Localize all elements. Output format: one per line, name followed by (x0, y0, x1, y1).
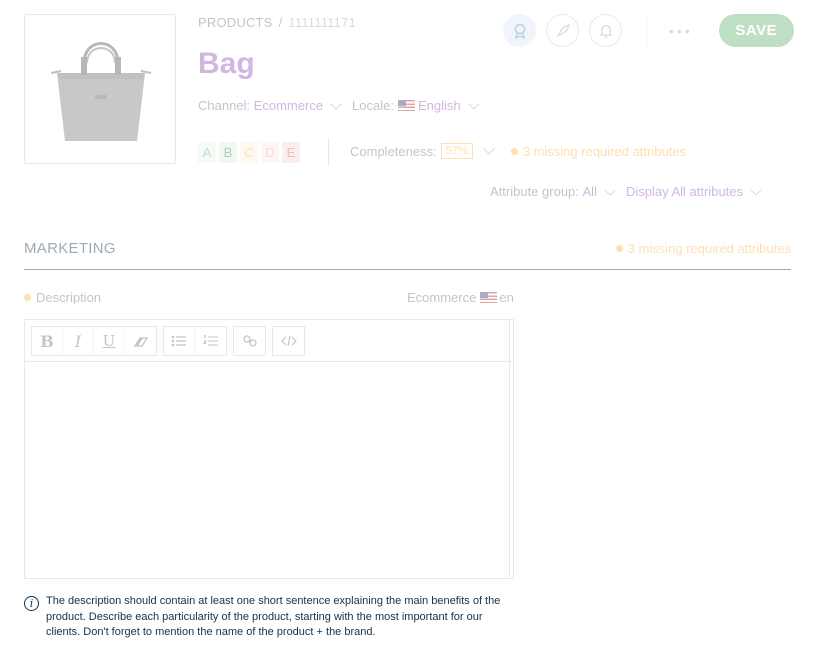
grade-b: B (219, 142, 237, 163)
chevron-down-icon[interactable] (483, 143, 495, 155)
bullet-list-icon (171, 335, 186, 347)
chevron-down-icon[interactable] (467, 97, 480, 110)
section-missing-text: 3 missing required attributes (627, 241, 791, 256)
description-editor[interactable]: B I U (24, 319, 514, 579)
grade-d: D (261, 142, 279, 163)
field-scope: Ecommerce en (407, 290, 514, 305)
help-text: The description should contain at least … (46, 595, 501, 638)
completeness-label: Completeness: (350, 143, 437, 159)
code-group (272, 326, 305, 356)
info-icon: i (24, 596, 39, 611)
warning-dot (615, 245, 623, 252)
numbered-list-icon (202, 334, 218, 346)
eraser-icon (133, 337, 148, 347)
product-image[interactable] (24, 14, 176, 164)
divider (328, 138, 329, 166)
underline-button[interactable]: U (94, 327, 125, 355)
link-icon (242, 335, 257, 347)
missing-attributes-text: 3 missing required attributes (522, 143, 687, 159)
description-label: Description (36, 290, 102, 305)
divider (646, 14, 647, 47)
rocket-button[interactable] (546, 14, 579, 47)
attribute-filters: Attribute group: All Display All attribu… (490, 183, 772, 199)
display-attributes-select[interactable]: Display All attributes (626, 184, 743, 199)
chevron-down-icon[interactable] (330, 97, 342, 110)
us-flag-icon (480, 292, 498, 303)
chevron-down-icon[interactable] (750, 183, 762, 196)
scope-locale: en (499, 290, 514, 305)
link-group (233, 326, 266, 356)
badge-icon (514, 23, 525, 39)
breadcrumb-separator: / (278, 15, 283, 30)
bag-photo (51, 42, 151, 141)
attribute-group-label: Attribute group: (490, 184, 579, 199)
breadcrumb-products-link[interactable]: PRODUCTS (198, 15, 273, 30)
grade-a: A (198, 142, 216, 163)
notifications-button[interactable] (589, 14, 622, 47)
italic-button[interactable]: I (63, 327, 94, 355)
bold-button[interactable]: B (32, 327, 63, 355)
breadcrumb-sku: 1111111171 (288, 15, 356, 30)
grade-c: C (240, 142, 258, 163)
completeness-badge[interactable]: 57% (440, 143, 473, 159)
more-icon[interactable]: ••• (669, 23, 693, 39)
locale-select[interactable]: English (418, 98, 461, 113)
chevron-down-icon[interactable] (604, 183, 616, 196)
breadcrumb: PRODUCTS / 1111111171 (198, 15, 356, 30)
help-tooltip: i The description should contain at leas… (10, 582, 526, 651)
scope-channel: Ecommerce (407, 290, 477, 305)
required-dot (24, 294, 31, 301)
context-switcher: Channel: Ecommerce Locale: English (198, 97, 490, 113)
attribute-group-select[interactable]: All (583, 184, 597, 199)
rocket-icon (556, 23, 570, 37)
page-title: Bag (198, 47, 255, 80)
bullet-list-button[interactable] (164, 327, 195, 355)
editor-toolbar: B I U (25, 320, 513, 362)
clear-format-button[interactable] (125, 327, 156, 355)
section-missing-attributes-link[interactable]: 3 missing required attributes (615, 241, 791, 256)
header-actions: ••• SAVE (503, 14, 794, 47)
us-flag-icon (397, 100, 415, 111)
code-icon (280, 335, 297, 347)
completeness: Completeness: 57% 3 missing required att… (350, 143, 686, 159)
warning-dot (510, 147, 518, 155)
link-button[interactable] (234, 327, 265, 355)
list-group (163, 326, 227, 356)
section-title: MARKETING (24, 240, 116, 257)
description-field-label: Description (24, 290, 101, 305)
format-group: B I U (31, 326, 157, 356)
channel-label: Channel: (198, 98, 251, 113)
quality-grades: A B C D E (198, 142, 303, 163)
save-button[interactable]: SAVE (718, 14, 794, 47)
badge-button[interactable] (503, 14, 536, 47)
bell-icon (598, 24, 613, 38)
numbered-list-button[interactable] (195, 327, 226, 355)
missing-attributes-link[interactable]: 3 missing required attributes (510, 143, 687, 159)
section-header: MARKETING 3 missing required attributes (24, 238, 791, 270)
locale-label: Locale: (352, 98, 394, 113)
code-view-button[interactable] (273, 327, 304, 355)
channel-select[interactable]: Ecommerce (254, 98, 323, 113)
grade-e: E (282, 142, 300, 163)
